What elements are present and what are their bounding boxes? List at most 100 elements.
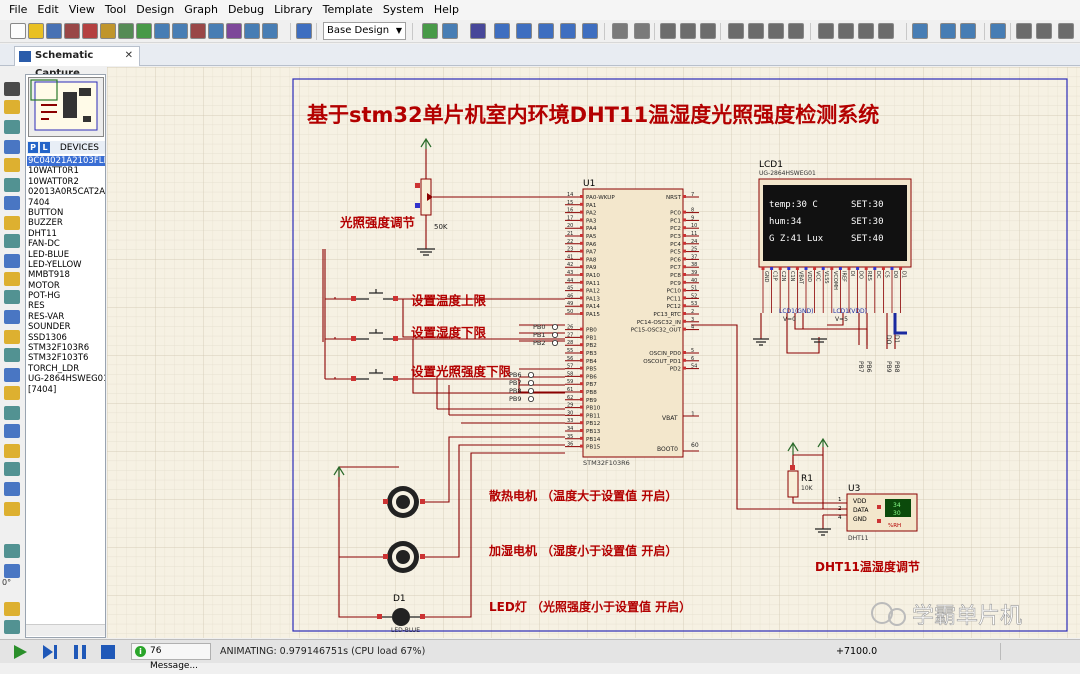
marker-icon[interactable] (4, 502, 20, 516)
device-item[interactable]: RES (27, 301, 105, 311)
tab-schematic-capture[interactable]: Schematic Capture ✕ (14, 46, 140, 79)
device-item[interactable]: DHT11 (27, 229, 105, 239)
terminal-icon[interactable] (4, 216, 20, 230)
instrument-icon[interactable] (4, 348, 20, 362)
zoom-out-icon[interactable] (538, 23, 554, 39)
message-log-button[interactable]: i 76 Message... (131, 643, 211, 671)
rotate-cw-icon[interactable] (4, 544, 20, 558)
menu-debug[interactable]: Debug (223, 0, 269, 20)
pick-icon[interactable] (818, 23, 834, 39)
device-item[interactable]: POT-HG (27, 291, 105, 301)
menu-view[interactable]: View (64, 0, 100, 20)
zoom-area-icon[interactable] (582, 23, 598, 39)
arc-icon[interactable] (4, 424, 20, 438)
tape-icon[interactable] (4, 272, 20, 286)
menu-template[interactable]: Template (318, 0, 378, 20)
device-item[interactable]: TORCH_LDR (27, 364, 105, 374)
design-explorer-icon[interactable] (990, 23, 1006, 39)
overview-window[interactable] (28, 77, 104, 137)
symbol-icon[interactable] (4, 482, 20, 496)
save-icon[interactable] (46, 23, 62, 39)
device-item[interactable]: MOTOR (27, 281, 105, 291)
text-script-icon[interactable] (4, 158, 20, 172)
gerber-icon[interactable] (244, 23, 260, 39)
device-item[interactable]: LED-YELLOW (27, 260, 105, 270)
device-item[interactable]: BUTTON (27, 208, 105, 218)
probe-current-icon[interactable] (4, 330, 20, 344)
device-item[interactable]: SSD1306 (27, 333, 105, 343)
close-icon[interactable]: ✕ (125, 47, 133, 65)
wire-label-icon[interactable] (4, 140, 20, 154)
paste-icon[interactable] (700, 23, 716, 39)
undo-icon[interactable] (612, 23, 628, 39)
box-icon[interactable] (4, 386, 20, 400)
rotate-ccw-icon[interactable] (4, 564, 20, 578)
pick-devices-button[interactable]: P (28, 142, 38, 153)
property-icon[interactable] (940, 23, 956, 39)
help-icon[interactable] (296, 23, 312, 39)
stop-icon[interactable] (100, 644, 116, 660)
design-select[interactable]: Base Design ▼ (323, 22, 406, 40)
menu-library[interactable]: Library (269, 0, 317, 20)
library-manager-button[interactable]: L (40, 142, 50, 153)
text-icon[interactable] (4, 462, 20, 476)
schematic-canvas[interactable]: 基于stm32单片机室内环境DHT11温湿度光照强度检测系统 50K 光照强度调… (107, 67, 1080, 638)
import-icon[interactable] (64, 23, 80, 39)
cut-icon[interactable] (660, 23, 676, 39)
netlist-compare-icon[interactable] (960, 23, 976, 39)
component-icon[interactable] (82, 23, 98, 39)
refresh-icon[interactable] (422, 23, 438, 39)
device-item[interactable]: STM32F103T6 (27, 353, 105, 363)
menu-system[interactable]: System (378, 0, 429, 20)
bom-icon[interactable] (154, 23, 170, 39)
device-item[interactable]: [7404] (27, 385, 105, 395)
block-copy-icon[interactable] (728, 23, 744, 39)
redo-icon[interactable] (634, 23, 650, 39)
play-icon[interactable] (12, 644, 28, 660)
mirror-y-icon[interactable] (4, 620, 20, 634)
device-item[interactable]: UG-2864HSWEG01 (27, 374, 105, 384)
graph-icon[interactable] (4, 254, 20, 268)
search-icon[interactable] (912, 23, 928, 39)
zoom-all-icon[interactable] (560, 23, 576, 39)
netlist-icon[interactable] (172, 23, 188, 39)
bus-tool-icon[interactable] (4, 178, 20, 192)
device-item[interactable]: FAN-DC (27, 239, 105, 249)
menu-tool[interactable]: Tool (100, 0, 131, 20)
step-icon[interactable] (42, 644, 58, 660)
device-item[interactable]: RES-VAR (27, 312, 105, 322)
package-icon[interactable] (226, 23, 242, 39)
new-file-icon[interactable] (10, 23, 26, 39)
horizontal-scrollbar[interactable] (26, 624, 105, 636)
device-item[interactable]: 02013A0R5CAT2A (27, 187, 105, 197)
open-folder-icon[interactable] (28, 23, 44, 39)
device-item[interactable]: STM32F103R6 (27, 343, 105, 353)
device-item[interactable]: 10WATT0R2 (27, 177, 105, 187)
grid-icon[interactable] (442, 23, 458, 39)
origin-icon[interactable] (470, 23, 486, 39)
device-item[interactable]: BUZZER (27, 218, 105, 228)
device-item[interactable]: 7404 (27, 198, 105, 208)
mirror-x-icon[interactable] (4, 602, 20, 616)
menu-edit[interactable]: Edit (32, 0, 63, 20)
pcb-icon[interactable] (190, 23, 206, 39)
component-tool-icon[interactable] (4, 100, 20, 114)
block-move-icon[interactable] (748, 23, 764, 39)
remove-sheet-icon[interactable] (1036, 23, 1052, 39)
generator-icon[interactable] (4, 290, 20, 304)
library-icon[interactable] (118, 23, 134, 39)
path-icon[interactable] (4, 444, 20, 458)
3d-icon[interactable] (208, 23, 224, 39)
device-item[interactable]: 10WATT0R1 (27, 166, 105, 176)
device-item[interactable]: MMBT918 (27, 270, 105, 280)
menu-graph[interactable]: Graph (179, 0, 223, 20)
probe-voltage-icon[interactable] (4, 310, 20, 324)
device-item[interactable]: 9C04021A2103FLH (27, 156, 105, 167)
menu-file[interactable]: File (4, 0, 32, 20)
mcu-u1[interactable]: U1 STM32F103R6 PA0-WKUP14PA115PA216PA317… (565, 179, 699, 467)
device-item[interactable]: SOUNDER (27, 322, 105, 332)
line-icon[interactable] (4, 368, 20, 382)
new-sheet-icon[interactable] (1016, 23, 1032, 39)
probe-icon[interactable] (100, 23, 116, 39)
subcircuit-icon[interactable] (4, 196, 20, 210)
